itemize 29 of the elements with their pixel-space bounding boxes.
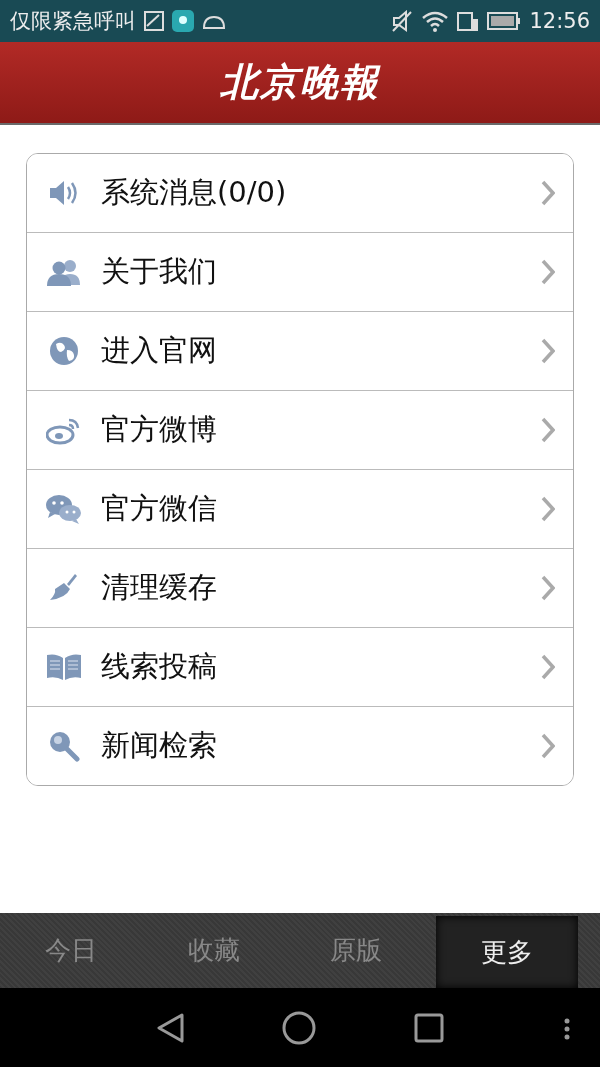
carrier-text: 仅限紧急呼叫 [10,8,136,35]
mute-icon [391,10,414,32]
chevron-icon [541,575,555,601]
image-icon [144,11,164,31]
chevron-icon [541,733,555,759]
recents-icon[interactable] [414,1013,444,1043]
tab[interactable]: 更多 [435,916,578,988]
chevron-icon [541,259,555,285]
book-icon [46,653,82,681]
more-icon[interactable] [564,1018,570,1040]
search-icon [48,730,80,762]
back-icon[interactable] [156,1012,184,1044]
globe-icon [48,335,80,367]
battery-icon [487,11,522,31]
wifi-icon [421,10,450,32]
chevron-icon [541,654,555,680]
app-logo: 北京晚報 [220,58,380,106]
sim-icon [457,10,480,32]
people-icon [46,257,82,287]
chevron-icon [541,180,555,206]
chevron-icon [541,417,555,443]
android-icon [202,13,226,29]
clock-text: 12:56 [529,9,590,33]
app-icon [172,10,194,32]
chevron-icon [541,496,555,522]
home-icon[interactable] [282,1011,316,1045]
menu-item[interactable]: 新闻检索 [27,706,573,785]
chat-icon [45,493,83,525]
chevron-icon [541,338,555,364]
